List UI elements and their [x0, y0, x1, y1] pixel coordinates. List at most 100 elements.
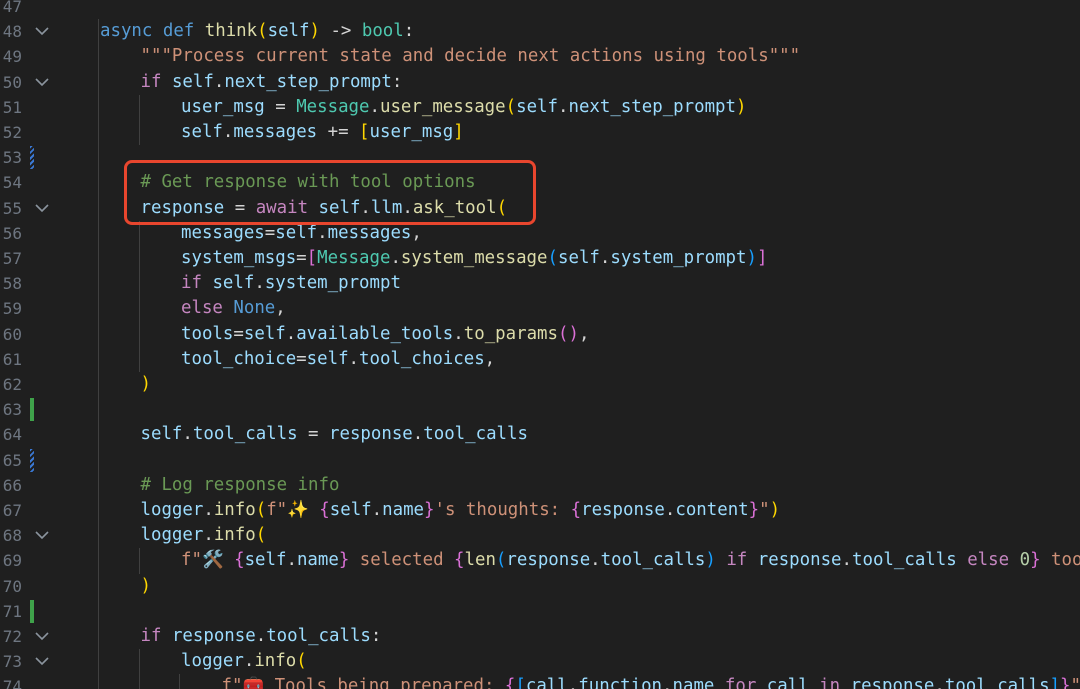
code-line[interactable]: 74 f"🧰 Tools being prepared: {[call.funct…	[0, 674, 1080, 689]
code-line[interactable]: 49 """Process current state and decide ne…	[0, 44, 1080, 69]
modified-change-marker[interactable]	[30, 146, 34, 170]
code-line[interactable]: 63	[0, 397, 1080, 422]
code-token: (	[495, 550, 507, 571]
code-line[interactable]: 51 user_msg = Message.user_message(self.n…	[0, 95, 1080, 120]
code-token: logger	[181, 651, 244, 672]
code-token: +=	[317, 122, 360, 142]
fold-chevron-icon[interactable]	[34, 70, 50, 95]
code-text[interactable]: system_msgs=[Message.system_message(self…	[181, 246, 767, 271]
code-token: ,	[411, 222, 422, 243]
code-token: self	[140, 424, 183, 445]
code-text[interactable]: tool_choice=self.tool_choices,	[181, 347, 495, 372]
code-token: for	[724, 676, 757, 689]
fold-chevron-icon[interactable]	[34, 19, 50, 44]
code-token: self	[275, 222, 318, 243]
code-line[interactable]: 52 self.messages += [user_msg]	[0, 120, 1080, 145]
line-number: 58	[2, 274, 22, 294]
code-token: .	[371, 500, 383, 520]
fold-chevron-icon[interactable]	[34, 649, 50, 674]
added-change-marker[interactable]	[30, 398, 34, 422]
code-line[interactable]: 61 tool_choice=self.tool_choices,	[0, 347, 1080, 372]
code-token: response	[757, 550, 842, 571]
line-number: 74	[2, 677, 22, 689]
code-token: tool_calls	[192, 424, 298, 445]
code-token: (	[255, 525, 267, 546]
code-line[interactable]: 59 else None,	[0, 296, 1080, 321]
code-token: response	[329, 424, 413, 445]
code-text[interactable]: else None,	[181, 296, 286, 321]
code-token: [	[515, 676, 526, 689]
code-token: user_message	[379, 96, 506, 117]
code-token: ]	[453, 122, 464, 142]
code-text[interactable]: logger.info(f"✨ {self.name}'s thoughts: …	[141, 498, 781, 523]
code-token: .	[567, 676, 579, 689]
code-text[interactable]: )	[141, 574, 151, 599]
code-text[interactable]: logger.info(	[141, 523, 267, 548]
added-change-marker[interactable]	[30, 599, 34, 623]
fold-chevron-icon[interactable]	[34, 523, 50, 548]
code-text[interactable]: tools=self.available_tools.to_params(),	[181, 322, 589, 347]
code-token: response	[506, 550, 591, 571]
line-number: 60	[2, 324, 22, 344]
code-token: }	[424, 500, 435, 520]
code-token: .	[590, 550, 601, 571]
code-line[interactable]: 64 self.tool_calls = response.tool_calls	[0, 422, 1080, 447]
line-number: 52	[2, 123, 22, 142]
code-token: self	[516, 96, 558, 117]
code-token: .	[599, 248, 611, 268]
code-line[interactable]: 58 if self.system_prompt	[0, 271, 1080, 296]
code-line[interactable]: 65	[0, 448, 1080, 473]
code-text[interactable]: if self.next_step_prompt:	[141, 70, 403, 95]
code-text[interactable]: # Log response info	[141, 473, 340, 498]
code-line[interactable]: 62)	[0, 372, 1080, 397]
code-token: to_params	[463, 323, 558, 344]
code-token: ,	[484, 348, 496, 369]
code-line[interactable]: 47	[0, 0, 1080, 19]
code-line[interactable]: 57 system_msgs=[Message.system_message(se…	[0, 246, 1080, 271]
code-token: """Process current state and decide next…	[140, 46, 801, 67]
code-text[interactable]: user_msg = Message.user_message(self.nex…	[181, 95, 746, 120]
code-token: =	[296, 248, 307, 268]
code-text[interactable]: if response.tool_calls:	[141, 624, 382, 649]
fold-chevron-icon[interactable]	[34, 624, 50, 649]
code-text[interactable]: async def think(self) -> bool:	[100, 19, 414, 44]
code-line[interactable]: 67 logger.info(f"✨ {self.name}'s thoughts…	[0, 498, 1080, 523]
code-text[interactable]: self.messages += [user_msg]	[181, 120, 464, 145]
code-text[interactable]: """Process current state and decide next…	[141, 44, 801, 69]
code-line[interactable]: 70)	[0, 574, 1080, 599]
code-text[interactable]: )	[141, 372, 151, 397]
code-editor[interactable]: 47 48 async def think(self) -> bool: 49 """P…	[0, 0, 1080, 689]
modified-change-marker[interactable]	[30, 448, 34, 472]
code-token: logger	[140, 500, 204, 520]
code-line[interactable]: 68 logger.info(	[0, 523, 1080, 548]
code-token: messages	[181, 222, 265, 243]
code-line[interactable]: 71	[0, 599, 1080, 624]
code-line[interactable]: 73 logger.info(	[0, 649, 1080, 674]
code-token: system_prompt	[610, 248, 747, 268]
code-text[interactable]: self.tool_calls = response.tool_calls	[141, 422, 528, 447]
code-token: system_msgs	[181, 248, 297, 268]
code-token: :	[370, 626, 382, 646]
code-line[interactable]: 66 # Log response info	[0, 473, 1080, 498]
code-line[interactable]: 72 if response.tool_calls:	[0, 624, 1080, 649]
code-text[interactable]: logger.info(	[181, 649, 307, 674]
code-line[interactable]: 50 if self.next_step_prompt:	[0, 70, 1080, 95]
code-token: ,	[578, 323, 590, 344]
code-token: name	[296, 550, 339, 571]
code-token: .	[255, 626, 267, 646]
code-text[interactable]: f"🛠️ {self.name} selected {len(response.…	[181, 548, 1080, 573]
code-token: 's thoughts:	[434, 500, 571, 520]
code-line[interactable]: 69 f"🛠️ {self.name} selected {len(respons…	[0, 548, 1080, 573]
code-text[interactable]: if self.system_prompt	[181, 271, 401, 296]
code-token: =	[233, 323, 244, 344]
code-token: self	[212, 273, 255, 294]
line-number: 56	[2, 223, 22, 243]
code-line[interactable]: 60 tools=self.available_tools.to_params()…	[0, 322, 1080, 347]
code-text[interactable]: f"🧰 Tools being prepared: {[call.functio…	[222, 674, 1080, 689]
fold-chevron-icon[interactable]	[34, 196, 50, 221]
code-line[interactable]: 48 async def think(self) -> bool:	[0, 19, 1080, 44]
code-token: {	[234, 550, 245, 571]
